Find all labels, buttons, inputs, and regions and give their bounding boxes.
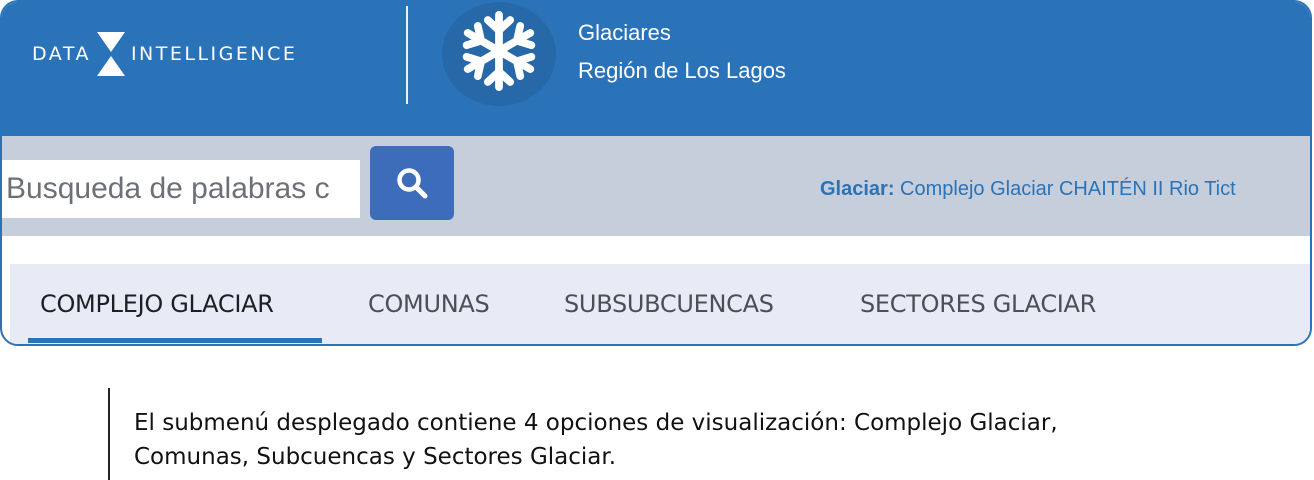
submenu-tabs: COMPLEJO GLACIAR COMUNAS SUBSUBCUENCAS S… xyxy=(10,264,1310,344)
data-intelligence-logo[interactable]: DATA INTELLIGENCE xyxy=(32,30,384,78)
tab-sectores-glaciar[interactable]: SECTORES GLACIAR xyxy=(860,290,1096,318)
search-bar-band: Glaciar: Complejo Glaciar CHAITÉN II Rio… xyxy=(2,136,1310,236)
spacer xyxy=(2,236,1310,264)
snowflake-icon xyxy=(462,11,536,91)
caption-rule xyxy=(108,388,110,480)
app-title: Glaciares xyxy=(578,20,671,45)
app-header: DATA INTELLIGENCE Glaciares Región de Lo… xyxy=(2,2,1310,136)
app-frame: DATA INTELLIGENCE Glaciares Región de Lo… xyxy=(0,0,1312,346)
tab-subsubcuencas[interactable]: SUBSUBCUENCAS xyxy=(564,290,774,318)
search-input[interactable] xyxy=(2,160,360,218)
glaciar-value: Complejo Glaciar CHAITÉN II Rio Tict xyxy=(900,178,1236,200)
app-icon xyxy=(442,2,556,106)
logo-word-right: INTELLIGENCE xyxy=(130,43,298,65)
tab-comunas[interactable]: COMUNAS xyxy=(368,290,490,318)
caption-line-1: El submenú desplegado contiene 4 opcione… xyxy=(134,410,1058,436)
glaciar-label: Glaciar: xyxy=(820,178,895,200)
header-divider xyxy=(406,6,408,104)
caption-text: El submenú desplegado contiene 4 opcione… xyxy=(134,406,1234,474)
caption-line-2: Comunas, Subcuencas y Sectores Glaciar. xyxy=(134,444,617,470)
logo-word-left: DATA xyxy=(32,43,91,65)
search-button[interactable] xyxy=(370,146,454,220)
active-tab-indicator xyxy=(28,338,322,343)
search-icon xyxy=(397,168,428,199)
app-subtitle: Región de Los Lagos xyxy=(578,58,786,83)
selected-glaciar-info: Glaciar: Complejo Glaciar CHAITÉN II Rio… xyxy=(820,178,1236,201)
tab-complejo-glaciar[interactable]: COMPLEJO GLACIAR xyxy=(40,290,274,318)
hourglass-triangles-icon xyxy=(96,32,125,76)
